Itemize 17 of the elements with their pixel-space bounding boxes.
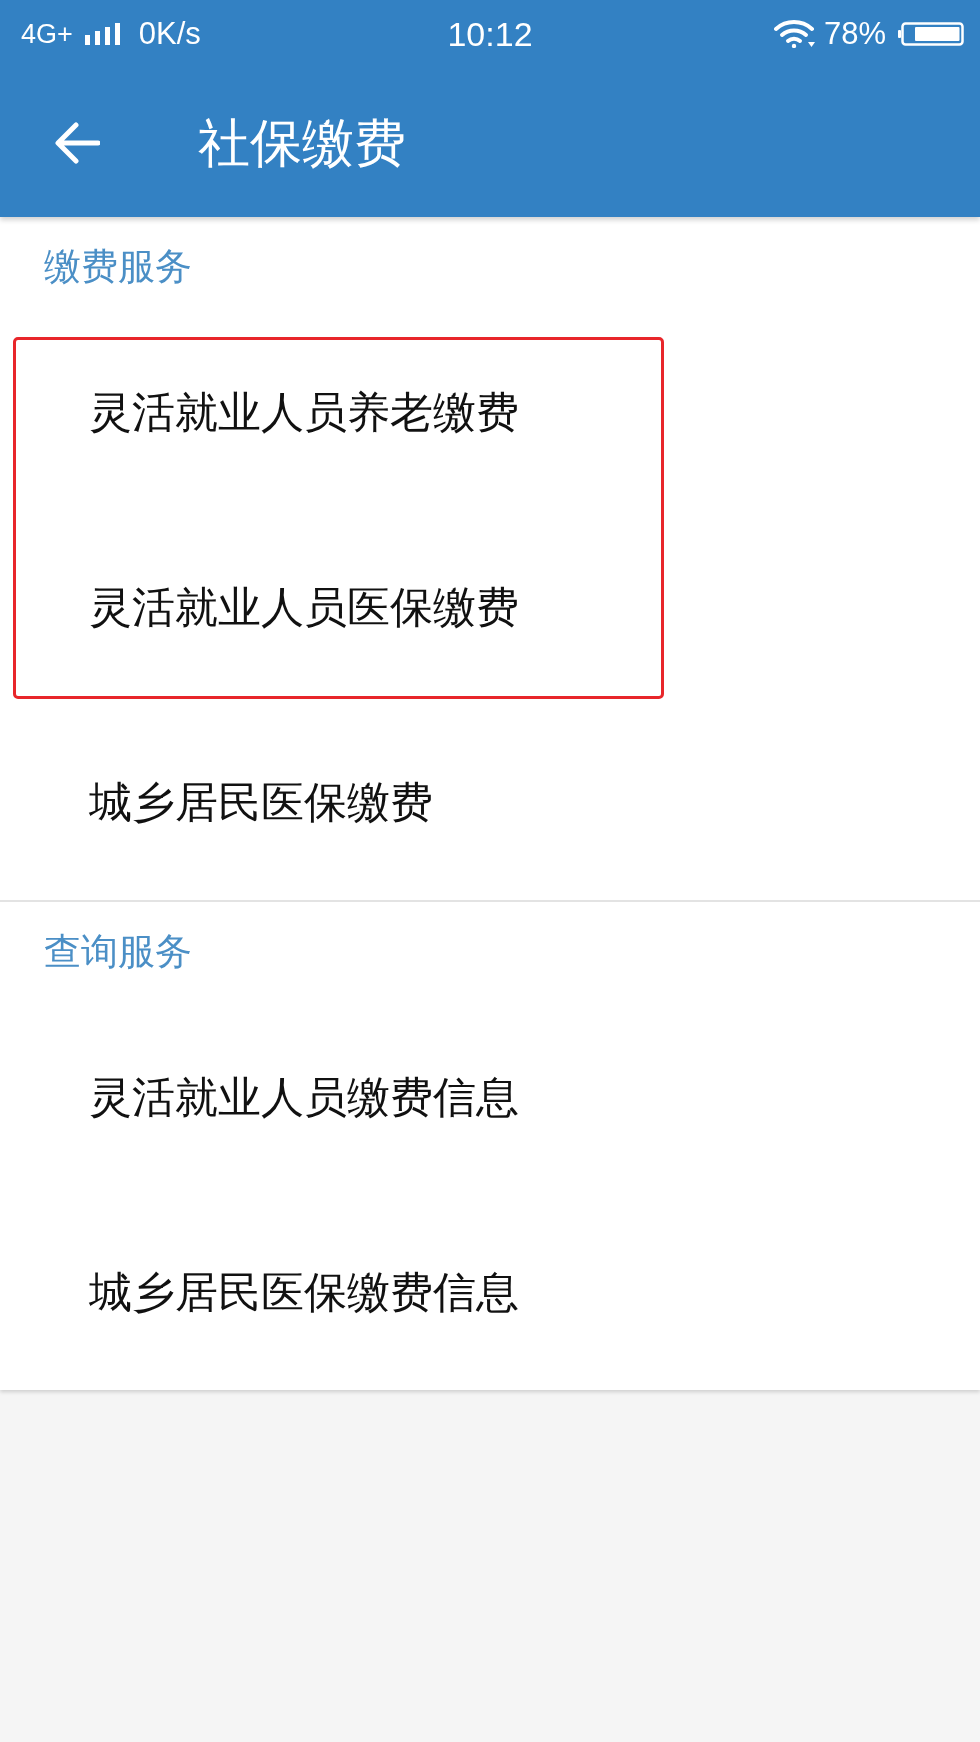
section-header: 查询服务 [44,932,192,970]
network-speed: 0K/s [138,16,201,52]
network-type: 4G+ [21,18,73,50]
menu-item[interactable]: 城乡居民医保缴费 [0,705,980,900]
menu-item[interactable]: 灵活就业人员养老缴费 [0,315,980,510]
signal-icon [84,23,123,45]
back-button[interactable] [54,121,100,164]
section-header: 缴费服务 [44,247,192,285]
menu-item[interactable]: 灵活就业人员缴费信息 [0,1000,980,1195]
wifi-icon [773,20,816,48]
menu-item[interactable]: 灵活就业人员医保缴费 [0,510,980,705]
back-arrow-icon [54,121,100,164]
battery-percent: 78% [823,16,886,52]
page-title: 社保缴费 [198,116,406,169]
clock: 10:12 [447,14,533,54]
menu-item[interactable]: 城乡居民医保缴费信息 [0,1195,980,1390]
battery-icon [898,22,964,46]
